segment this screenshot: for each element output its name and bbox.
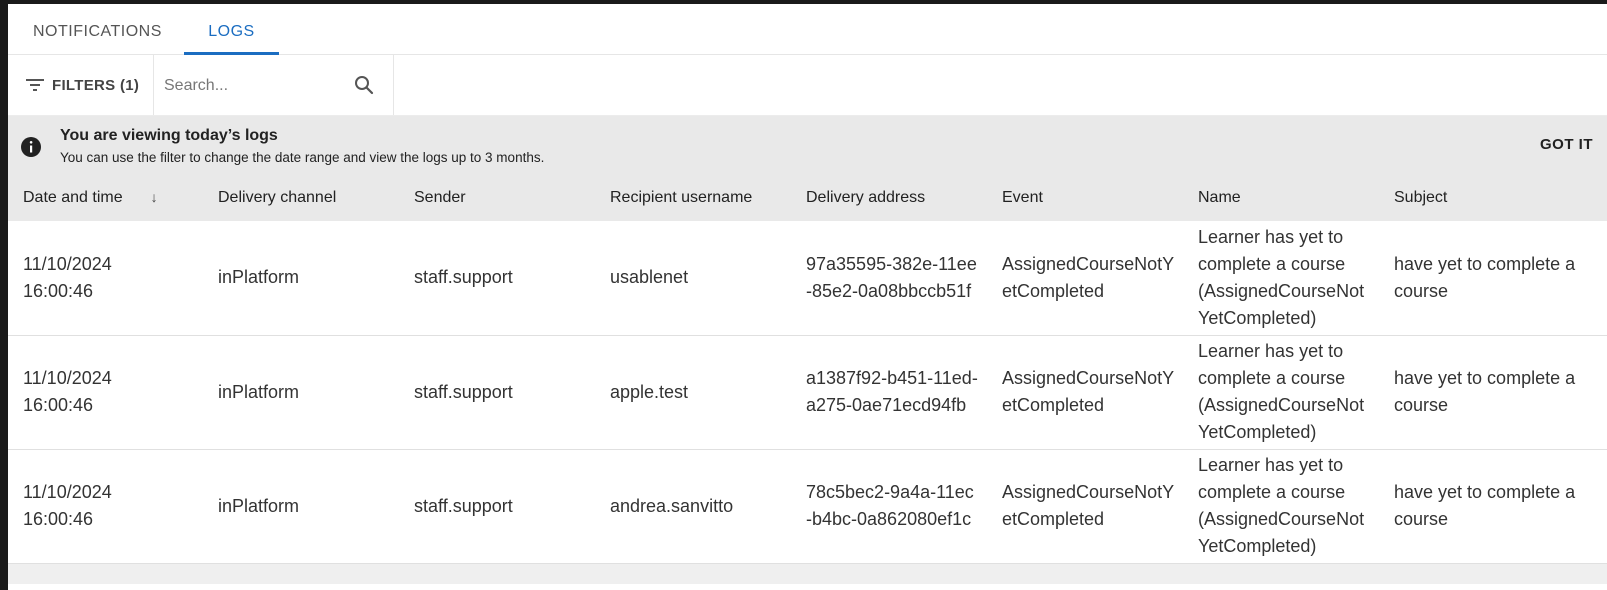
tab-notifications[interactable]: NOTIFICATIONS (33, 4, 161, 54)
cell-sender: staff.support (414, 381, 513, 402)
tab-logs[interactable]: LOGS (184, 4, 279, 55)
search-box (154, 55, 394, 115)
column-header-subject[interactable]: Subject (1379, 180, 1607, 221)
column-header-channel[interactable]: Delivery channel (203, 180, 399, 221)
column-header-sender[interactable]: Sender (399, 180, 595, 221)
logs-table: Date and time ↓ Delivery channel Sender R… (8, 180, 1607, 564)
cell-date-time: 11/10/2024 16:00:46 (8, 221, 203, 335)
cell-address: a1387f92-b451-11ed-a275-0ae71ecd94fb (806, 368, 978, 415)
cell-subject: have yet to complete a course (1394, 368, 1576, 415)
cell-sender: staff.support (414, 267, 513, 288)
cell-channel: inPlatform (218, 267, 300, 288)
cell-event: AssignedCourseNotYetCompleted (1002, 253, 1175, 301)
logs-page: NOTIFICATIONS LOGS FILTERS (1) You are v… (8, 4, 1607, 590)
column-header-recipient[interactable]: Recipient username (595, 180, 791, 221)
column-header-name[interactable]: Name (1183, 180, 1379, 221)
table-footer (8, 563, 1607, 584)
banner-text: You can use the filter to change the dat… (60, 150, 545, 165)
cell-event: AssignedCourseNotYetCompleted (1002, 482, 1175, 529)
cell-address: 97a35595-382e-11ee-85e2-0a08bbccb51f (806, 253, 977, 301)
cell-name: Learner has yet to complete a course (As… (1198, 455, 1365, 556)
info-banner: You are viewing today’s logs You can use… (8, 116, 1607, 180)
search-icon[interactable] (354, 75, 374, 95)
cell-time: 16:00:46 (23, 280, 94, 301)
filters-button[interactable]: FILTERS (1) (8, 55, 154, 115)
cell-time: 16:00:46 (23, 509, 94, 529)
cell-event: AssignedCourseNotYetCompleted (1002, 368, 1175, 415)
cell-sender: staff.support (414, 495, 513, 516)
column-header-date[interactable]: Date and time ↓ (8, 180, 203, 221)
cell-channel: inPlatform (218, 495, 300, 516)
cell-date: 11/10/2024 (23, 482, 112, 502)
cell-time: 16:00:46 (23, 395, 94, 415)
banner-title: You are viewing today’s logs (60, 127, 278, 144)
cell-date: 11/10/2024 (23, 368, 112, 388)
cell-address: 78c5bec2-9a4a-11ec-b4bc-0a862080ef1c (806, 482, 974, 529)
arrow-down-icon[interactable]: ↓ (151, 189, 158, 205)
cell-name: Learner has yet to complete a course (As… (1198, 341, 1365, 442)
search-input[interactable] (162, 73, 346, 99)
cell-channel: inPlatform (218, 381, 300, 402)
tab-bar: NOTIFICATIONS LOGS (8, 4, 1607, 55)
table-row[interactable]: 11/10/2024 16:00:46 inPlatform staff.supp… (8, 449, 1607, 563)
cell-subject: have yet to complete a course (1394, 253, 1576, 301)
column-header-label: Date and time (23, 188, 123, 206)
filter-icon (26, 79, 44, 91)
got-it-button[interactable]: GOT IT (1540, 136, 1593, 153)
cell-name: Learner has yet to complete a course (As… (1198, 226, 1365, 328)
toolbar: FILTERS (1) (8, 55, 1607, 116)
info-icon (21, 137, 41, 157)
cell-date-time: 11/10/2024 16:00:46 (8, 449, 203, 563)
cell-recipient: usablenet (610, 267, 689, 288)
cell-subject: have yet to complete a course (1394, 482, 1576, 529)
filters-label: FILTERS (1) (52, 76, 140, 94)
column-header-event[interactable]: Event (987, 180, 1183, 221)
column-header-address[interactable]: Delivery address (791, 180, 987, 221)
table-header-row: Date and time ↓ Delivery channel Sender R… (8, 180, 1607, 221)
cell-date-time: 11/10/2024 16:00:46 (8, 335, 203, 449)
cell-date: 11/10/2024 (23, 253, 112, 274)
table-row[interactable]: 11/10/2024 16:00:46 inPlatform staff.supp… (8, 221, 1607, 335)
table-row[interactable]: 11/10/2024 16:00:46 inPlatform staff.supp… (8, 335, 1607, 449)
cell-recipient: apple.test (610, 381, 689, 402)
cell-recipient: andrea.sanvitto (610, 495, 734, 516)
